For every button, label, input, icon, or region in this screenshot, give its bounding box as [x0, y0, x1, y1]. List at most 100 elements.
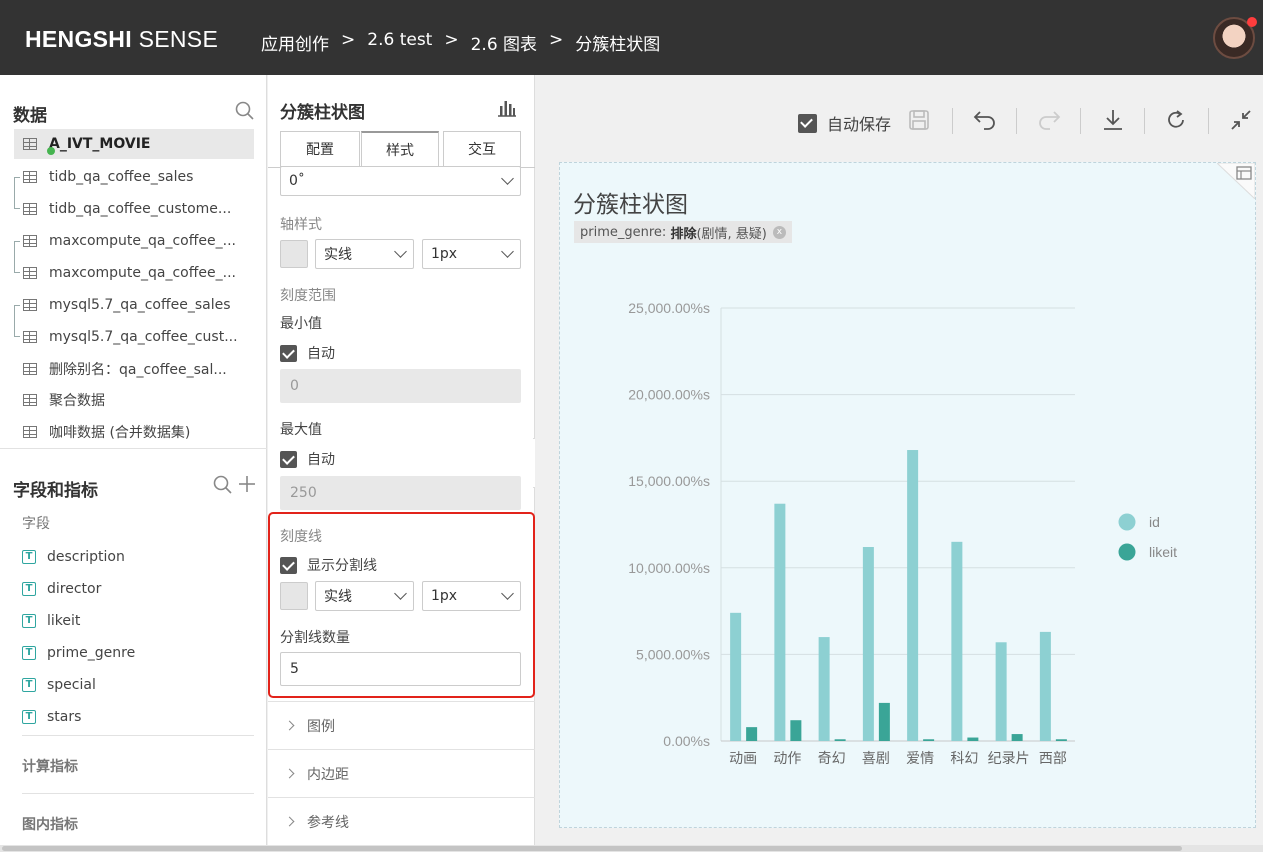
inner-metrics-label[interactable]: 图内指标: [22, 814, 78, 834]
dataset-group-bracket: [14, 241, 20, 273]
checkbox-label: 自动: [307, 346, 335, 362]
tab-style[interactable]: 样式: [361, 131, 439, 167]
tab-interaction[interactable]: 交互: [443, 131, 521, 167]
axis-color-swatch[interactable]: [280, 240, 308, 268]
refresh-icon[interactable]: [1164, 108, 1188, 132]
x-tick-label: 爱情: [906, 751, 934, 767]
chevron-right-icon: [284, 768, 295, 779]
label-angle-select[interactable]: 0˚: [280, 166, 521, 196]
search-icon[interactable]: [235, 101, 254, 120]
bar-id: [730, 612, 742, 741]
dataset-item[interactable]: maxcompute_qa_coffee_...: [14, 226, 254, 256]
bar-id: [1039, 631, 1051, 741]
y-tick-label: 15,000.00%s: [628, 473, 710, 489]
field-item[interactable]: Tdescription: [22, 544, 125, 570]
redo-icon[interactable]: [1036, 108, 1062, 132]
add-icon[interactable]: [238, 475, 256, 493]
bar-chart-icon[interactable]: [497, 99, 517, 117]
highlight-box: [268, 512, 535, 698]
legend-section[interactable]: 图例: [268, 701, 535, 749]
dataset-item[interactable]: 咖啡数据 (合并数据集): [14, 417, 254, 447]
field-item[interactable]: Tstars: [22, 704, 81, 730]
scrollbar-thumb[interactable]: [2, 846, 1182, 851]
field-item[interactable]: Tdirector: [22, 576, 101, 602]
reference-line-section[interactable]: 参考线: [268, 797, 535, 845]
checkbox-checked-icon: [798, 113, 817, 133]
field-label: special: [47, 677, 96, 693]
min-auto-checkbox[interactable]: 自动: [280, 343, 335, 363]
breadcrumb-app[interactable]: 应用创作: [261, 30, 329, 55]
chevron-right-icon: [284, 816, 295, 827]
text-type-icon: T: [22, 550, 36, 564]
breadcrumb: 应用创作 > 2.6 test > 2.6 图表 > 分簇柱状图: [261, 30, 660, 55]
chart-canvas[interactable]: 分簇柱状图 prime_genre: 排除 (剧情, 悬疑) x 0.00%s 5,0…: [559, 162, 1256, 828]
breadcrumb-dashboard[interactable]: 2.6 图表: [471, 30, 537, 55]
tab-config[interactable]: 配置: [280, 131, 360, 167]
dataset-item[interactable]: tidb_qa_coffee_custome...: [14, 194, 254, 224]
table-icon: [23, 267, 37, 279]
legend-label: id: [1149, 514, 1160, 530]
dataset-item[interactable]: maxcompute_qa_coffee_...: [14, 258, 254, 288]
autosave-label: 自动保存: [827, 115, 892, 134]
breadcrumb-project[interactable]: 2.6 test: [367, 30, 432, 55]
divider: [22, 735, 254, 736]
table-icon: [23, 394, 37, 406]
field-label: director: [47, 581, 102, 597]
horizontal-scrollbar[interactable]: [0, 845, 1263, 852]
min-value-label: 最小值: [280, 316, 322, 332]
dataset-item[interactable]: mysql5.7_qa_coffee_sales: [14, 290, 254, 320]
chevron-down-icon: [394, 245, 407, 258]
field-item[interactable]: Tlikeit: [22, 608, 80, 634]
select-value: 实线: [324, 247, 352, 263]
dataset-item[interactable]: 删除别名：qa_coffee_sal...: [14, 354, 254, 384]
search-icon[interactable]: [213, 475, 232, 494]
text-type-icon: T: [22, 614, 36, 628]
data-panel-title: 数据: [13, 106, 47, 126]
toolbar-divider: [1144, 108, 1145, 134]
checkbox-checked-icon: [280, 344, 297, 362]
bar-id: [995, 642, 1007, 741]
y-tick-label: 10,000.00%s: [628, 560, 710, 576]
field-item[interactable]: Tspecial: [22, 672, 96, 698]
y-tick-label: 25,000.00%s: [628, 300, 710, 316]
dataset-label: mysql5.7_qa_coffee_sales: [49, 297, 231, 313]
field-item[interactable]: Tprime_genre: [22, 640, 135, 666]
select-value: 0˚: [289, 173, 305, 189]
max-auto-checkbox[interactable]: 自动: [280, 449, 335, 469]
dataset-item[interactable]: tidb_qa_coffee_sales: [14, 162, 254, 192]
max-value-input[interactable]: 250: [280, 476, 521, 510]
dataset-item[interactable]: mysql5.7_qa_coffee_cust...: [14, 322, 254, 352]
table-icon: [23, 426, 37, 438]
breadcrumb-chart: 分簇柱状图: [575, 35, 661, 55]
user-avatar[interactable]: [1213, 17, 1257, 59]
collapse-icon[interactable]: [1229, 108, 1253, 132]
bar-likeit: [1055, 739, 1067, 741]
download-icon[interactable]: [1101, 108, 1125, 132]
bar-likeit: [1011, 734, 1023, 741]
table-icon: [23, 235, 37, 247]
text-type-icon: T: [22, 646, 36, 660]
padding-section[interactable]: 内边距: [268, 749, 535, 797]
min-value-input[interactable]: 0: [280, 369, 521, 403]
x-tick-label: 西部: [1039, 751, 1067, 767]
dataset-item[interactable]: 聚合数据: [14, 385, 254, 415]
text-type-icon: T: [22, 678, 36, 692]
brand-logo[interactable]: HENGSHI SENSE: [25, 26, 218, 53]
section-label: 内边距: [307, 766, 349, 783]
axis-line-type-select[interactable]: 实线: [315, 239, 414, 269]
dataset-label: A_IVT_MOVIE: [49, 136, 151, 152]
save-icon[interactable]: [908, 109, 930, 131]
field-label: likeit: [47, 613, 81, 629]
dataset-label: 聚合数据: [49, 393, 105, 409]
dataset-item[interactable]: A_IVT_MOVIE: [14, 129, 254, 159]
field-label: stars: [47, 709, 82, 725]
autosave-checkbox[interactable]: 自动保存: [798, 111, 891, 135]
toolbar-divider: [952, 108, 953, 134]
dataset-label: maxcompute_qa_coffee_...: [49, 265, 236, 281]
axis-line-width-select[interactable]: 1px: [422, 239, 521, 269]
calc-metrics-label[interactable]: 计算指标: [22, 756, 78, 776]
text-type-icon: T: [22, 582, 36, 596]
undo-icon[interactable]: [972, 108, 998, 132]
legend-label: likeit: [1149, 544, 1177, 560]
chevron-down-icon: [501, 172, 514, 185]
